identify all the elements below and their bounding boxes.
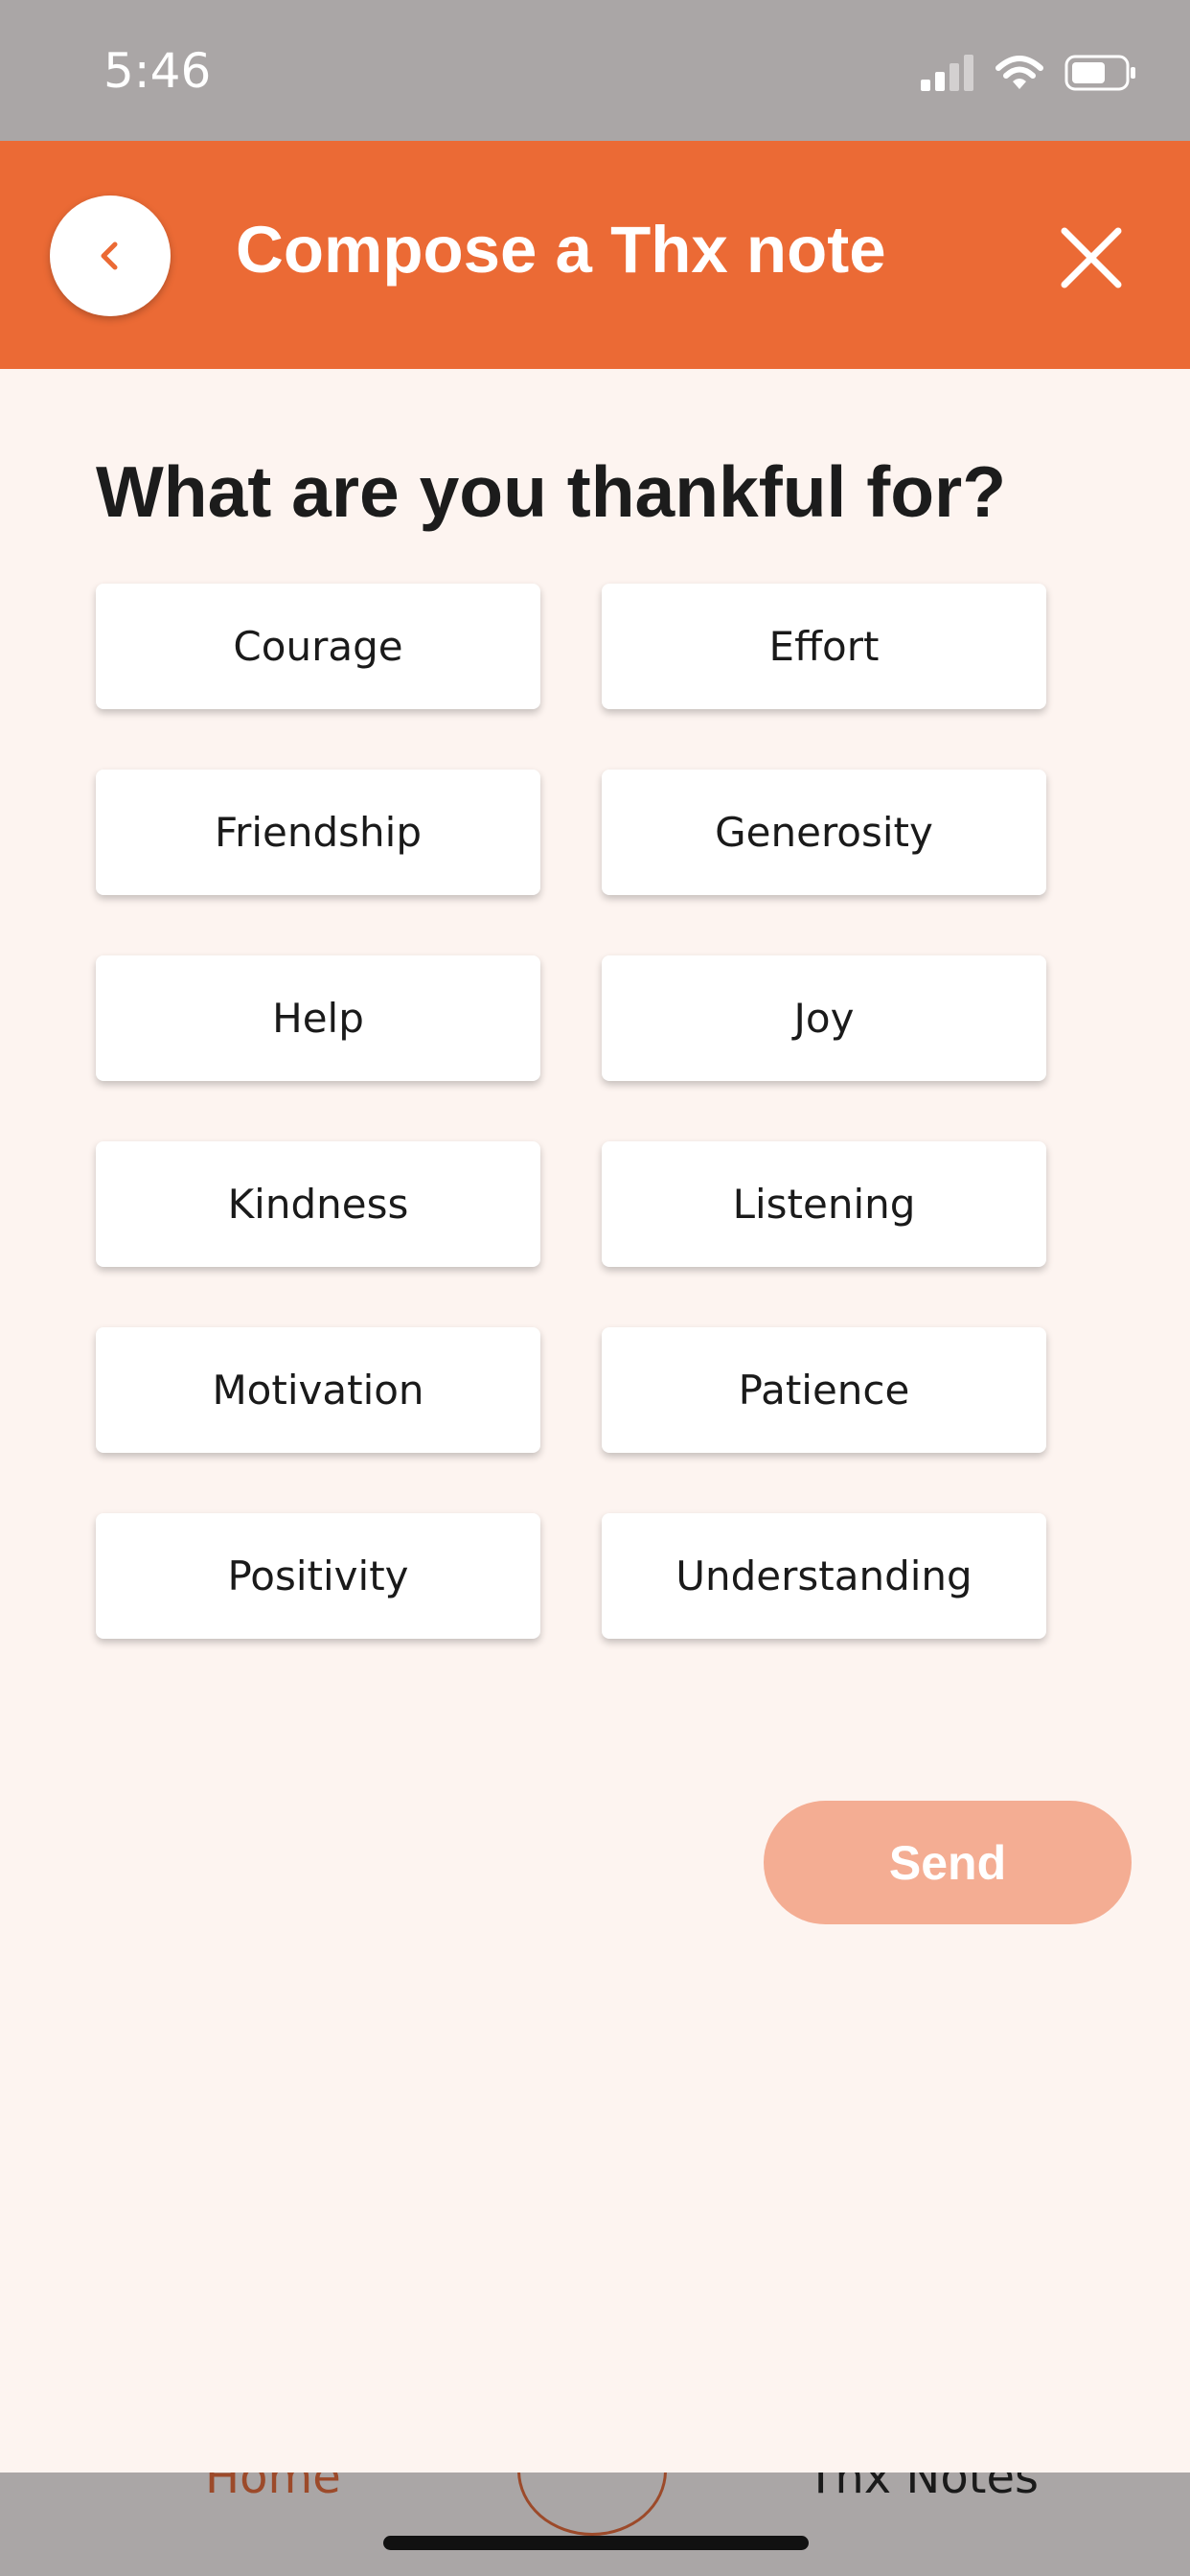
option-help[interactable]: Help <box>96 955 540 1081</box>
option-kindness[interactable]: Kindness <box>96 1141 540 1267</box>
tab-bar: Home Thx Notes <box>0 2472 1190 2576</box>
battery-icon <box>1064 55 1135 91</box>
signal-icon <box>921 55 973 91</box>
options-grid: Courage Effort Friendship Generosity Hel… <box>96 584 1046 1639</box>
question-heading: What are you thankful for? <box>96 451 1007 532</box>
option-understanding[interactable]: Understanding <box>602 1513 1046 1639</box>
chevron-left-icon <box>101 242 118 270</box>
tab-home[interactable]: Home <box>205 2472 341 2506</box>
wifi-icon <box>995 56 1043 89</box>
status-time: 5:46 <box>103 43 212 99</box>
status-bar: 5:46 <box>0 0 1190 141</box>
option-listening[interactable]: Listening <box>602 1141 1046 1267</box>
option-friendship[interactable]: Friendship <box>96 770 540 895</box>
option-positivity[interactable]: Positivity <box>96 1513 540 1639</box>
status-icons <box>921 50 1137 96</box>
option-courage[interactable]: Courage <box>96 584 540 709</box>
option-effort[interactable]: Effort <box>602 584 1046 709</box>
close-icon <box>1061 227 1122 288</box>
option-joy[interactable]: Joy <box>602 955 1046 1081</box>
tab-compose-button[interactable] <box>517 2472 667 2536</box>
close-button[interactable] <box>1053 219 1130 296</box>
tab-thx-notes[interactable]: Thx Notes <box>807 2472 1039 2506</box>
send-button[interactable]: Send <box>764 1801 1132 1924</box>
option-motivation[interactable]: Motivation <box>96 1327 540 1453</box>
header: Compose a Thx note <box>0 141 1190 369</box>
back-button[interactable] <box>50 196 171 316</box>
option-patience[interactable]: Patience <box>602 1327 1046 1453</box>
home-indicator <box>383 2536 809 2550</box>
option-generosity[interactable]: Generosity <box>602 770 1046 895</box>
page-title: Compose a Thx note <box>236 213 886 287</box>
